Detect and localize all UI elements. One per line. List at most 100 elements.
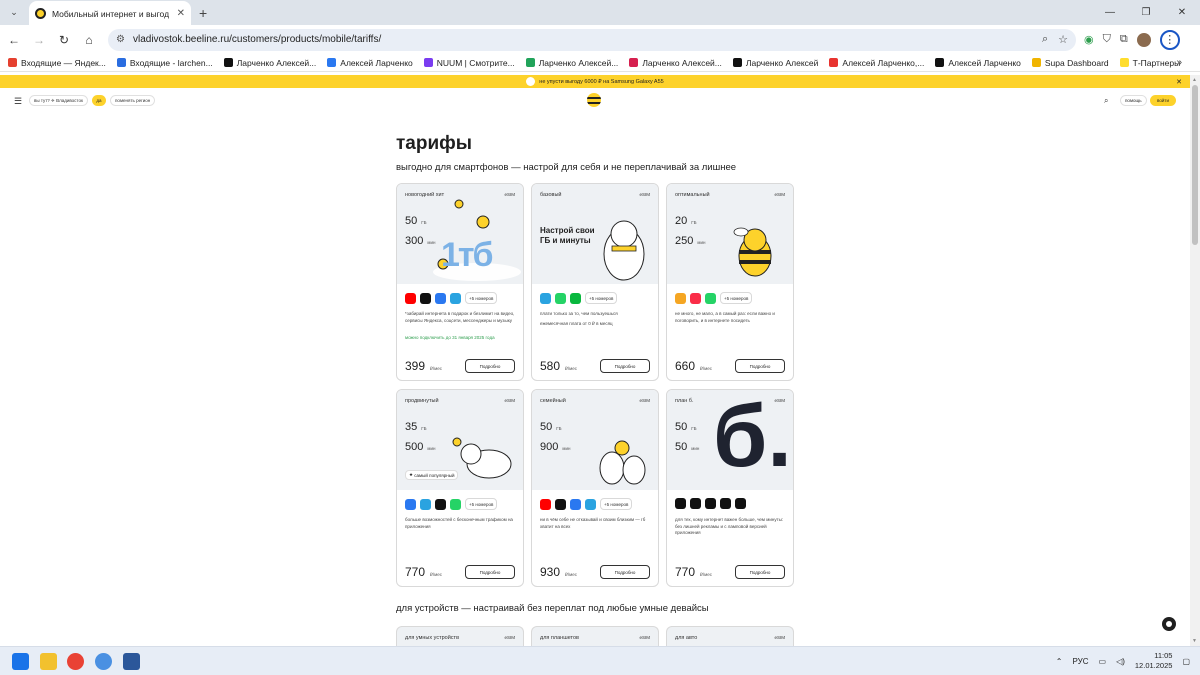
bookmark-item[interactable]: Т-Партнеры	[1119, 58, 1180, 68]
details-button[interactable]: Подробно	[600, 359, 650, 373]
chat-button[interactable]	[1162, 617, 1176, 631]
bookmark-star-icon[interactable]: ☆	[1058, 33, 1068, 46]
extension-shield-icon[interactable]: ⛉	[1103, 33, 1111, 46]
network-icon[interactable]: ▭	[1099, 657, 1107, 666]
data-amount: 35 ГБ	[405, 421, 427, 433]
zoom-icon[interactable]: ⌕	[1042, 33, 1048, 46]
tab-search-button[interactable]: ⌄	[5, 4, 23, 22]
word-icon[interactable]	[123, 653, 140, 670]
extension-green-icon[interactable]: ◉	[1084, 33, 1094, 46]
scrollbar-thumb[interactable]	[1192, 85, 1198, 245]
vk-icon	[435, 292, 446, 304]
extensions-puzzle-icon[interactable]: ⧉	[1120, 33, 1128, 46]
reload-button[interactable]: ↻	[53, 29, 75, 51]
tariff-card-advanced[interactable]: ★ самый популярный продвинутый eSIM 35 ГБ…	[396, 389, 524, 587]
details-button[interactable]: Подробно	[735, 565, 785, 579]
scroll-down-icon[interactable]: ▼	[1192, 638, 1197, 644]
close-promo-icon[interactable]: ✕	[1176, 78, 1182, 86]
data-amount: 50 ГБ	[675, 421, 697, 433]
bookmark-item[interactable]: Ларченко Алексей...	[223, 58, 316, 68]
tariff-description: плати только за то, чем пользуешься	[540, 311, 618, 316]
maximize-button[interactable]: ❐	[1128, 0, 1164, 25]
tariff-card-family[interactable]: семейный eSIM 50 ГБ 900 мин +5 номеров ни …	[531, 389, 659, 587]
extra-numbers-badge[interactable]: +5 номеров	[720, 292, 753, 304]
extra-numbers-badge[interactable]: +5 номеров	[465, 292, 498, 304]
bookmark-item[interactable]: NUUM | Смотрите...	[423, 58, 515, 68]
scroll-up-icon[interactable]: ▲	[1192, 77, 1197, 83]
confirm-city-button[interactable]: да	[92, 95, 106, 106]
tariff-card-basic[interactable]: Настрой свои ГБ и минуты базовый eSIM +5…	[531, 183, 659, 381]
tariff-card-plan-b[interactable]: б. план б. eSIM 50 ГБ 50 мин для тех, кому…	[666, 389, 794, 587]
qbittorrent-icon[interactable]	[95, 653, 112, 670]
details-button[interactable]: Подробно	[465, 359, 515, 373]
telegram-icon	[540, 292, 551, 304]
bookmark-item[interactable]: Алексей Ларченко,...	[829, 58, 924, 68]
bookmark-item[interactable]: Входящие — Яндек...	[8, 58, 106, 68]
bookmarks-bar: Входящие — Яндек... Входящие - larchen...…	[0, 54, 1200, 72]
vk-icon	[570, 498, 581, 510]
device-card-smart[interactable]: для умных устройств eSIM	[396, 626, 524, 646]
volume-icon[interactable]: ◁)	[1116, 657, 1125, 666]
change-region-button[interactable]: поменять регион	[110, 95, 156, 106]
minutes-amount: 50 мин	[675, 441, 700, 453]
back-button[interactable]: ←	[3, 29, 25, 51]
beeline-logo[interactable]	[587, 93, 601, 107]
more-bookmarks-icon[interactable]: »	[1176, 57, 1182, 68]
vk-icon	[405, 498, 416, 510]
details-button[interactable]: Подробно	[600, 565, 650, 579]
promo-banner[interactable]: не упусти выгоду 6000 ₽ на Samsung Galax…	[0, 75, 1190, 88]
profile-avatar[interactable]	[1136, 32, 1151, 47]
esim-label: eSIM	[639, 398, 650, 403]
page-scrollbar[interactable]: ▲ ▼	[1190, 75, 1200, 646]
details-button[interactable]: Подробно	[735, 359, 785, 373]
device-card-auto[interactable]: для авто eSIM	[666, 626, 794, 646]
clock[interactable]: 11:05 12.01.2025	[1135, 651, 1173, 671]
chrome-icon[interactable]	[67, 653, 84, 670]
forward-button[interactable]: →	[28, 29, 50, 51]
tariff-description: ни в чём себе не отказывай и своим близк…	[540, 517, 646, 529]
url-text: vladivostok.beeline.ru/customers/product…	[132, 34, 382, 45]
bookmark-item[interactable]: Алексей Ларченко	[935, 58, 1021, 68]
device-card-tablets[interactable]: для планшетов eSIM	[531, 626, 659, 646]
tariff-card-new-year-hit[interactable]: 1тб новогодний хит eSIM 50 ГБ 300 мин +5 н…	[396, 183, 524, 381]
tariff-card-optimal[interactable]: оптимальный eSIM 20 ГБ 250 мин +5 номеров …	[666, 183, 794, 381]
browser-menu-button[interactable]: ⋮	[1159, 29, 1180, 50]
device-tariff-name: для планшетов	[540, 635, 579, 641]
extra-numbers-badge[interactable]: +5 номеров	[465, 498, 498, 510]
site-info-icon[interactable]: ⚙	[116, 34, 125, 45]
bookmark-label: Входящие - larchen...	[129, 57, 213, 68]
file-explorer-icon[interactable]	[40, 653, 57, 670]
bookmark-item[interactable]: Ларченко Алексей...	[525, 58, 618, 68]
language-indicator[interactable]: РУС	[1072, 657, 1088, 666]
menu-icon[interactable]: ☰	[14, 96, 22, 107]
bookmark-item[interactable]: Ларченко Алексей...	[629, 58, 722, 68]
new-tab-button[interactable]: +	[199, 5, 207, 21]
card-illustration-area	[667, 184, 793, 284]
browser-toolbar: ← → ↻ ⌂ ⚙ vladivostok.beeline.ru/custome…	[0, 25, 1200, 54]
ok-icon	[675, 292, 686, 304]
minimize-button[interactable]: —	[1092, 0, 1128, 25]
start-icon[interactable]	[12, 653, 29, 670]
esim-label: eSIM	[774, 192, 785, 197]
bookmark-item[interactable]: Входящие - larchen...	[116, 57, 213, 68]
tariff-price: 770 ₽/мес	[675, 565, 712, 579]
show-hidden-icons[interactable]: ⌃	[1056, 657, 1063, 666]
help-button[interactable]: помощь	[1120, 95, 1147, 106]
bookmark-item[interactable]: Supa Dashboard	[1031, 58, 1109, 68]
extra-numbers-badge[interactable]: +5 номеров	[600, 498, 633, 510]
home-button[interactable]: ⌂	[78, 29, 100, 51]
notifications-icon[interactable]: ▢	[1182, 657, 1190, 666]
search-icon[interactable]: ⌕	[1104, 96, 1108, 106]
promo-icon	[526, 77, 536, 86]
minutes-amount: 250 мин	[675, 235, 706, 247]
details-button[interactable]: Подробно	[465, 565, 515, 579]
login-button[interactable]: войти	[1150, 95, 1176, 106]
browser-tab[interactable]: Мобильный интернет и выгод ✕	[29, 1, 191, 26]
close-tab-icon[interactable]: ✕	[177, 8, 185, 19]
tariff-name: оптимальный	[675, 192, 710, 198]
close-window-button[interactable]: ✕	[1164, 0, 1200, 25]
address-bar[interactable]: ⚙ vladivostok.beeline.ru/customers/produ…	[108, 28, 1076, 51]
bookmark-item[interactable]: Ларченко Алексей	[732, 58, 818, 68]
bookmark-item[interactable]: Алексей Ларченко	[327, 58, 413, 68]
extra-numbers-badge[interactable]: +5 номеров	[585, 292, 618, 304]
